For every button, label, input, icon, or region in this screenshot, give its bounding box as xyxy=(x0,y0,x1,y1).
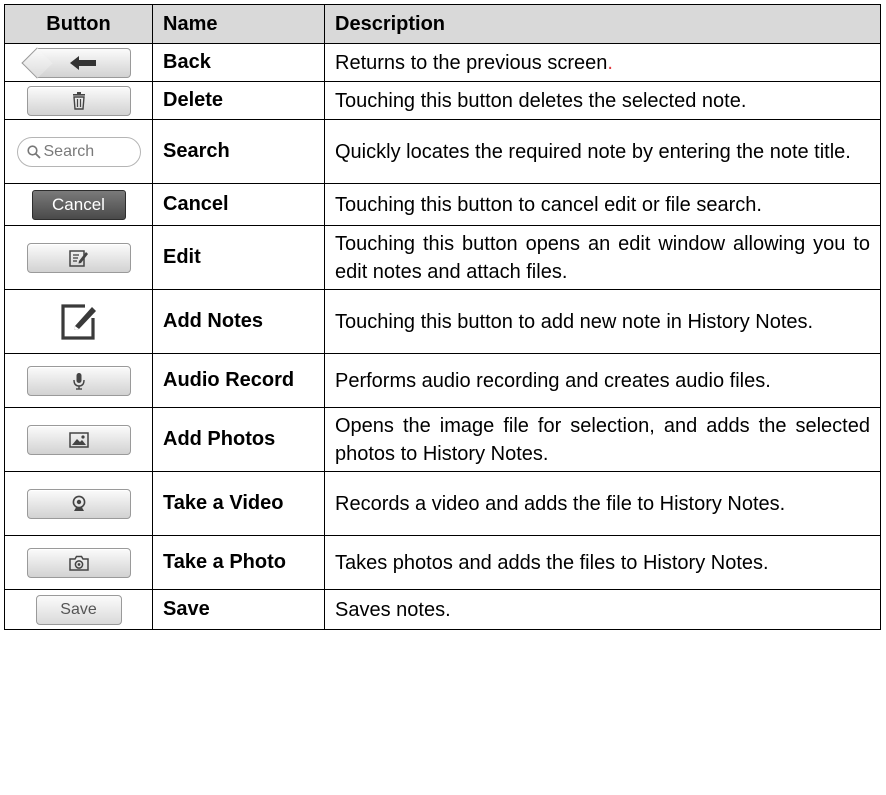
row-description: Touching this button to cancel edit or f… xyxy=(324,183,881,226)
row-name: Delete xyxy=(152,81,325,120)
header-name: Name xyxy=(152,4,325,44)
row-description: Opens the image file for selection, and … xyxy=(324,407,881,472)
table-row: Search Search Quickly locates the requir… xyxy=(4,119,881,184)
row-description: Touching this button opens an edit windo… xyxy=(324,225,881,290)
trash-icon xyxy=(72,91,85,110)
back-button[interactable] xyxy=(36,47,131,78)
cancel-button[interactable]: Cancel xyxy=(31,189,126,220)
table-row: Cancel Cancel Touching this button to ca… xyxy=(4,183,881,226)
table-row: Add Notes Touching this button to add ne… xyxy=(4,289,881,354)
table-row: Add Photos Opens the image file for sele… xyxy=(4,407,881,472)
row-name: Take a Video xyxy=(152,471,325,536)
row-description: Takes photos and adds the files to Histo… xyxy=(324,535,881,590)
save-button[interactable]: Save xyxy=(35,594,122,625)
row-name: Back xyxy=(152,43,325,82)
take-video-button[interactable] xyxy=(26,488,131,519)
table-header-row: Button Name Description xyxy=(4,4,881,44)
row-description: Touching this button to add new note in … xyxy=(324,289,881,354)
row-name: Add Notes xyxy=(152,289,325,354)
table-row: Take a Photo Takes photos and adds the f… xyxy=(4,535,881,590)
microphone-icon xyxy=(72,372,85,390)
delete-button[interactable] xyxy=(26,85,131,116)
button-reference-table: Button Name Description Back Returns to … xyxy=(4,4,881,630)
image-icon xyxy=(68,431,89,448)
row-name: Edit xyxy=(152,225,325,290)
table-row: Delete Touching this button deletes the … xyxy=(4,81,881,120)
add-note-icon[interactable] xyxy=(59,302,99,342)
table-row: Take a Video Records a video and adds th… xyxy=(4,471,881,536)
row-name: Save xyxy=(152,589,325,630)
edit-icon xyxy=(68,249,88,267)
table-row: Edit Touching this button opens an edit … xyxy=(4,225,881,290)
search-placeholder: Search xyxy=(43,142,95,160)
audio-record-button[interactable] xyxy=(26,365,131,396)
search-input[interactable]: Search xyxy=(16,136,141,167)
row-name: Audio Record xyxy=(152,353,325,408)
row-name: Cancel xyxy=(152,183,325,226)
row-name: Take a Photo xyxy=(152,535,325,590)
row-description: Touching this button deletes the selecte… xyxy=(324,81,881,120)
edit-button[interactable] xyxy=(26,242,131,273)
camera-icon xyxy=(68,555,89,571)
row-description: Records a video and adds the file to His… xyxy=(324,471,881,536)
row-name: Search xyxy=(152,119,325,184)
table-row: Audio Record Performs audio recording an… xyxy=(4,353,881,408)
search-icon xyxy=(26,144,41,159)
row-description: Performs audio recording and creates aud… xyxy=(324,353,881,408)
header-button: Button xyxy=(4,4,153,44)
row-description-trail: . xyxy=(607,51,613,74)
row-description: Returns to the previous screen xyxy=(335,51,608,74)
webcam-icon xyxy=(72,495,85,511)
row-description: Quickly locates the required note by ent… xyxy=(324,119,881,184)
back-arrow-icon xyxy=(70,55,96,70)
header-description: Description xyxy=(324,4,881,44)
table-row: Back Returns to the previous screen. xyxy=(4,43,881,82)
add-photos-button[interactable] xyxy=(26,424,131,455)
row-name: Add Photos xyxy=(152,407,325,472)
row-description: Saves notes. xyxy=(324,589,881,630)
take-photo-button[interactable] xyxy=(26,547,131,578)
table-row: Save Save Saves notes. xyxy=(4,589,881,630)
